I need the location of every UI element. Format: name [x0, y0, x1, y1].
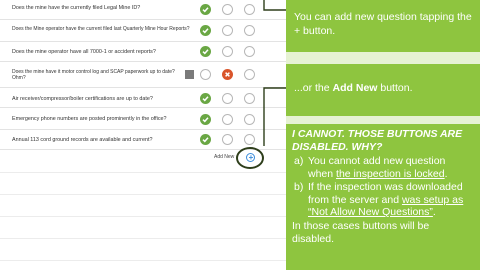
- callout-panel: You can add new question tapping the + b…: [286, 0, 480, 270]
- callout-box-add-new: ...or the Add New button.: [286, 64, 480, 116]
- answer-no-radio[interactable]: [222, 4, 233, 15]
- answer-yes-checkmark-icon[interactable]: [200, 4, 211, 15]
- question-row: Does the mine have the currently filed L…: [0, 0, 290, 20]
- answer-na-radio[interactable]: [244, 25, 255, 36]
- question-text: Emergency phone numbers are posted promi…: [12, 116, 167, 122]
- callout-disabled-heading: I CANNOT. THOSE BUTTONS ARE DISABLED. WH…: [292, 128, 463, 153]
- reason-item-b: b) If the inspection was downloaded from …: [294, 181, 464, 218]
- answer-yes-checkmark-icon[interactable]: [200, 134, 211, 145]
- divider: [0, 216, 290, 217]
- answer-no-radio[interactable]: [222, 93, 233, 104]
- question-text: Air receiver/compressor/boiler certifica…: [12, 96, 153, 102]
- question-row: Does the Mine operator have the current …: [0, 20, 290, 42]
- answer-na-radio[interactable]: [244, 4, 255, 15]
- add-new-label[interactable]: Add New: [214, 154, 234, 160]
- answer-na-radio[interactable]: [244, 46, 255, 57]
- add-question-plus-button[interactable]: +: [246, 153, 255, 162]
- divider: [0, 194, 290, 195]
- callout-box-disabled: I CANNOT. THOSE BUTTONS ARE DISABLED. WH…: [286, 124, 480, 270]
- answer-yes-checkmark-icon[interactable]: [200, 114, 211, 125]
- question-row: Does the mine have it motor control log …: [0, 62, 290, 88]
- question-row: Air receiver/compressor/boiler certifica…: [0, 88, 290, 108]
- callout-plus-text: You can add new question tapping the + b…: [294, 11, 472, 37]
- answer-no-radio[interactable]: [222, 25, 233, 36]
- plus-icon: +: [248, 153, 254, 162]
- question-row: Emergency phone numbers are posted promi…: [0, 108, 290, 130]
- answer-no-x-icon[interactable]: [222, 69, 233, 80]
- question-row: Does the mine operator have all 7000-1 o…: [0, 42, 290, 62]
- divider: [0, 238, 290, 239]
- answer-yes-checkmark-icon[interactable]: [200, 93, 211, 104]
- reason-item-a: a) You cannot add new question when the i…: [294, 155, 448, 180]
- answer-yes-radio[interactable]: [200, 69, 211, 80]
- answer-na-radio[interactable]: [244, 114, 255, 125]
- question-text: Does the mine operator have all 7000-1 o…: [12, 49, 156, 55]
- answer-no-radio[interactable]: [222, 46, 233, 57]
- callout-disabled-footer: In those cases buttons will be disabled.: [292, 219, 430, 245]
- answer-na-radio[interactable]: [244, 93, 255, 104]
- callout-add-new-text: ...or the Add New button.: [294, 82, 413, 94]
- question-text: Does the mine have the currently filed L…: [12, 5, 141, 11]
- answer-na-radio[interactable]: [244, 69, 255, 80]
- answer-yes-checkmark-icon[interactable]: [200, 46, 211, 57]
- question-text: Does the mine have it motor control log …: [12, 69, 175, 81]
- divider: [0, 172, 290, 173]
- divider: [0, 260, 290, 261]
- callout-box-plus: You can add new question tapping the + b…: [286, 0, 480, 52]
- answer-no-radio[interactable]: [222, 134, 233, 145]
- answer-na-radio[interactable]: [244, 134, 255, 145]
- photo-thumbnail[interactable]: [185, 70, 194, 79]
- question-text: Annual 113 cord ground records are avail…: [12, 137, 153, 143]
- answer-yes-checkmark-icon[interactable]: [200, 25, 211, 36]
- question-text: Does the Mine operator have the current …: [12, 26, 190, 32]
- question-list: Does the mine have the currently filed L…: [0, 0, 290, 270]
- answer-no-radio[interactable]: [222, 114, 233, 125]
